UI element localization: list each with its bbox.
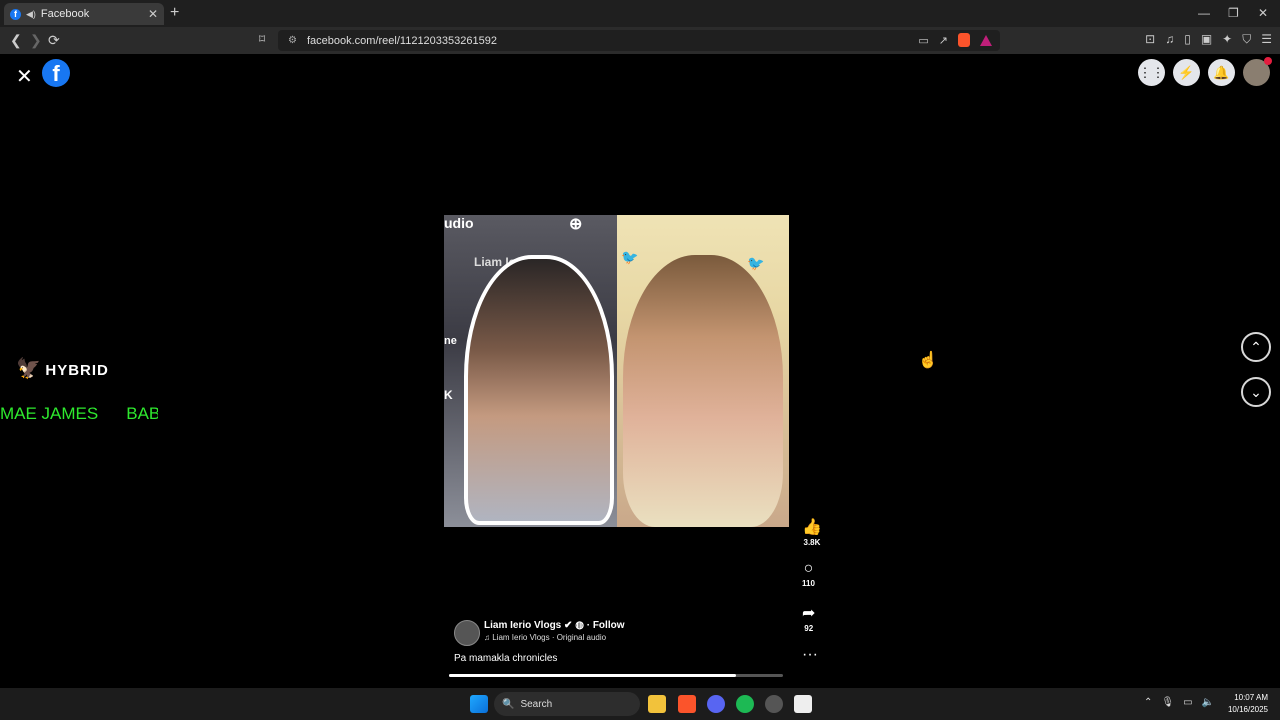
reel-video[interactable]: udio ⊕ Liam Ierio TV ne K 🐦 🐦 🐦 bbox=[444, 215, 789, 527]
browser-toolbar: ❮ ❯ ⟳ ⌑ ⚙ facebook.com/reel/112120335326… bbox=[0, 27, 1280, 54]
close-reel-button[interactable]: ✕ bbox=[16, 64, 33, 89]
header-actions: ⋮⋮ ⚡ 🔔 bbox=[1138, 57, 1272, 86]
menu-grid-icon[interactable]: ⋮⋮ bbox=[1138, 59, 1165, 86]
video-plus-icon: ⊕ bbox=[569, 216, 583, 233]
share-count: 92 bbox=[804, 624, 814, 633]
reel-page: ✕ f ⋮⋮ ⚡ 🔔 🦅 HYBRID MAE JAMES BABY M udio… bbox=[0, 54, 1280, 688]
name-ticker: MAE JAMES BABY M bbox=[0, 404, 158, 424]
hybrid-logo: 🦅 HYBRID bbox=[16, 358, 109, 380]
spotify-icon[interactable] bbox=[736, 695, 754, 713]
ticker-item: BABY M bbox=[126, 404, 158, 423]
comment-count: 110 bbox=[802, 579, 815, 588]
profile-avatar[interactable] bbox=[1243, 57, 1272, 86]
share-icon[interactable]: ↗ bbox=[939, 34, 948, 47]
search-icon: 🔍 bbox=[502, 698, 515, 710]
facebook-logo[interactable]: f bbox=[42, 59, 70, 87]
address-bar[interactable]: ⚙ facebook.com/reel/1121203353261592 ▭ ↗ bbox=[278, 30, 1000, 51]
leo-ai-icon[interactable]: ✦ bbox=[1222, 32, 1232, 47]
back-button[interactable]: ❮ bbox=[10, 32, 22, 49]
chevron-up-icon: ⌃ bbox=[1250, 338, 1262, 355]
more-icon[interactable]: ··· bbox=[802, 646, 818, 664]
comment-icon[interactable]: ○ bbox=[804, 560, 814, 578]
browser-tab[interactable]: f ◀) Facebook ✕ bbox=[4, 3, 164, 25]
notepad-icon[interactable] bbox=[794, 695, 812, 713]
person-left bbox=[464, 255, 614, 525]
author-avatar[interactable] bbox=[454, 620, 480, 646]
like-count: 3.8K bbox=[803, 538, 821, 547]
audio-label[interactable]: Liam Ierio Vlogs · Original audio bbox=[492, 633, 606, 642]
chevron-down-icon: ⌄ bbox=[1250, 383, 1262, 400]
notifications-icon[interactable]: 🔔 bbox=[1208, 59, 1235, 86]
cast-icon[interactable]: ▭ bbox=[918, 34, 928, 47]
video-top-text: udio bbox=[444, 215, 474, 231]
messenger-icon[interactable]: ⚡ bbox=[1173, 59, 1200, 86]
tray-chevron-icon[interactable]: ⌃ bbox=[1144, 697, 1152, 708]
discord-icon[interactable] bbox=[707, 695, 725, 713]
tab-title: Facebook bbox=[40, 8, 90, 20]
like-icon[interactable]: 👍 bbox=[802, 517, 822, 537]
like-action[interactable]: 👍 3.8K bbox=[802, 517, 822, 547]
comment-action[interactable]: ○ 110 bbox=[802, 560, 815, 588]
verified-icon: ✔ bbox=[564, 620, 573, 631]
clock[interactable]: 10:07 AM 10/16/2025 bbox=[1228, 692, 1268, 716]
notification-dot bbox=[1264, 57, 1272, 65]
start-button[interactable] bbox=[470, 695, 488, 713]
reel-caption: Pa mamakla chronicles bbox=[454, 653, 558, 664]
next-reel-button[interactable]: ⌄ bbox=[1241, 377, 1271, 407]
menu-icon[interactable]: ☰ bbox=[1261, 32, 1272, 47]
restore-button[interactable]: ❐ bbox=[1228, 6, 1239, 20]
speaker-icon[interactable]: ◀) bbox=[26, 9, 36, 20]
app-icon[interactable] bbox=[765, 695, 783, 713]
video-progress-bar[interactable] bbox=[449, 674, 783, 677]
window-close-button[interactable]: ✕ bbox=[1258, 6, 1268, 20]
ticker-item: MAE JAMES bbox=[0, 404, 99, 423]
reload-button[interactable]: ⟳ bbox=[48, 32, 60, 49]
file-explorer-icon[interactable] bbox=[648, 695, 666, 713]
facebook-favicon-icon: f bbox=[10, 8, 21, 20]
url-text: facebook.com/reel/1121203353261592 bbox=[306, 34, 497, 47]
windows-taskbar: 🔍 Search ⌃ 🎙 ▭ 🔈 10:07 AM 10/16/2025 bbox=[0, 688, 1280, 720]
site-info-icon[interactable]: ⚙ bbox=[288, 35, 297, 46]
minimize-button[interactable]: — bbox=[1198, 6, 1210, 20]
sidebar-icon[interactable]: ▯ bbox=[1184, 32, 1191, 47]
browser-tab-bar: f ◀) Facebook ✕ + — ❐ ✕ bbox=[0, 0, 1280, 27]
reel-author: Liam Ierio Vlogs ✔ ◍ · Follow ♫ Liam Ier… bbox=[454, 620, 625, 646]
new-tab-button[interactable]: + bbox=[170, 4, 179, 22]
brave-browser-icon[interactable] bbox=[678, 695, 696, 713]
media-icon[interactable]: ♫ bbox=[1165, 32, 1174, 47]
microphone-icon[interactable]: 🎙 bbox=[1161, 697, 1174, 708]
progress-fill bbox=[449, 674, 737, 677]
video-left-panel: udio ⊕ Liam Ierio TV ne K bbox=[444, 215, 617, 527]
volume-icon[interactable]: 🔈 bbox=[1202, 697, 1214, 708]
tab-close-icon[interactable]: ✕ bbox=[148, 7, 158, 21]
previous-reel-button[interactable]: ⌃ bbox=[1241, 332, 1271, 362]
network-icon[interactable]: ▭ bbox=[1183, 697, 1192, 708]
video-right-panel: 🐦 🐦 🐦 bbox=[617, 215, 789, 527]
bird-filter-icon: 🐦 bbox=[747, 255, 765, 271]
author-name[interactable]: Liam Ierio Vlogs bbox=[484, 620, 561, 631]
bird-filter-icon: 🐦 bbox=[621, 249, 639, 265]
mouse-cursor: ☝ bbox=[918, 352, 938, 369]
person-right bbox=[623, 255, 783, 527]
forward-button[interactable]: ❯ bbox=[30, 32, 42, 49]
screenshot-icon[interactable]: ⊡ bbox=[1145, 32, 1155, 47]
more-options[interactable]: ··· bbox=[802, 646, 818, 664]
share-action[interactable]: ➦ 92 bbox=[802, 603, 815, 633]
vpn-icon[interactable]: ⛉ bbox=[1242, 32, 1251, 47]
taskbar-search[interactable]: 🔍 Search bbox=[494, 692, 640, 716]
brave-rewards-icon[interactable] bbox=[980, 34, 992, 46]
wallet-icon[interactable]: ▣ bbox=[1201, 32, 1212, 47]
bookmark-icon[interactable]: ⌑ bbox=[259, 32, 265, 46]
music-icon: ♫ bbox=[484, 633, 490, 642]
system-tray: ⌃ 🎙 ▭ 🔈 bbox=[1144, 697, 1214, 708]
eagle-icon: 🦅 bbox=[16, 358, 41, 380]
brave-shields-icon[interactable] bbox=[958, 33, 970, 47]
follow-button[interactable]: Follow bbox=[593, 620, 625, 631]
globe-icon: ◍ bbox=[575, 620, 584, 631]
share-arrow-icon[interactable]: ➦ bbox=[802, 603, 815, 623]
